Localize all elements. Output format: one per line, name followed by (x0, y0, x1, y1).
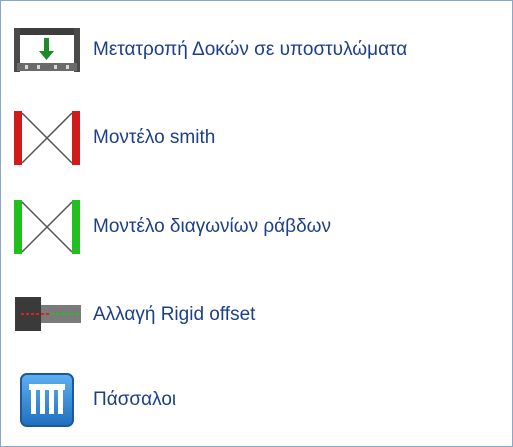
piles-icon (9, 368, 85, 432)
menu-item-diagonal-bars-model[interactable]: Μοντέλο διαγωνίων ράβδων (9, 188, 503, 266)
menu-item-label: Πάσσαλοι (93, 389, 177, 410)
menu-item-beam-to-column[interactable]: Μετατροπή Δοκών σε υποστυλώματα (9, 11, 503, 89)
menu-item-smith-model[interactable]: Μοντέλο smith (9, 99, 503, 177)
rigid-offset-icon (9, 283, 85, 347)
smith-model-icon (9, 106, 85, 170)
beam-to-column-icon (9, 18, 85, 82)
menu-panel: Μετατροπή Δοκών σε υποστυλώματα Μοντέλο … (0, 0, 513, 447)
menu-item-label: Μετατροπή Δοκών σε υποστυλώματα (93, 39, 408, 60)
diagonal-bars-model-icon (9, 195, 85, 259)
menu-item-label: Αλλαγή Rigid offset (93, 304, 256, 325)
menu-item-piles[interactable]: Πάσσαλοι (9, 361, 503, 439)
menu-item-label: Μοντέλο smith (93, 127, 216, 148)
menu-item-label: Μοντέλο διαγωνίων ράβδων (93, 216, 332, 237)
menu-item-rigid-offset[interactable]: Αλλαγή Rigid offset (9, 276, 503, 354)
